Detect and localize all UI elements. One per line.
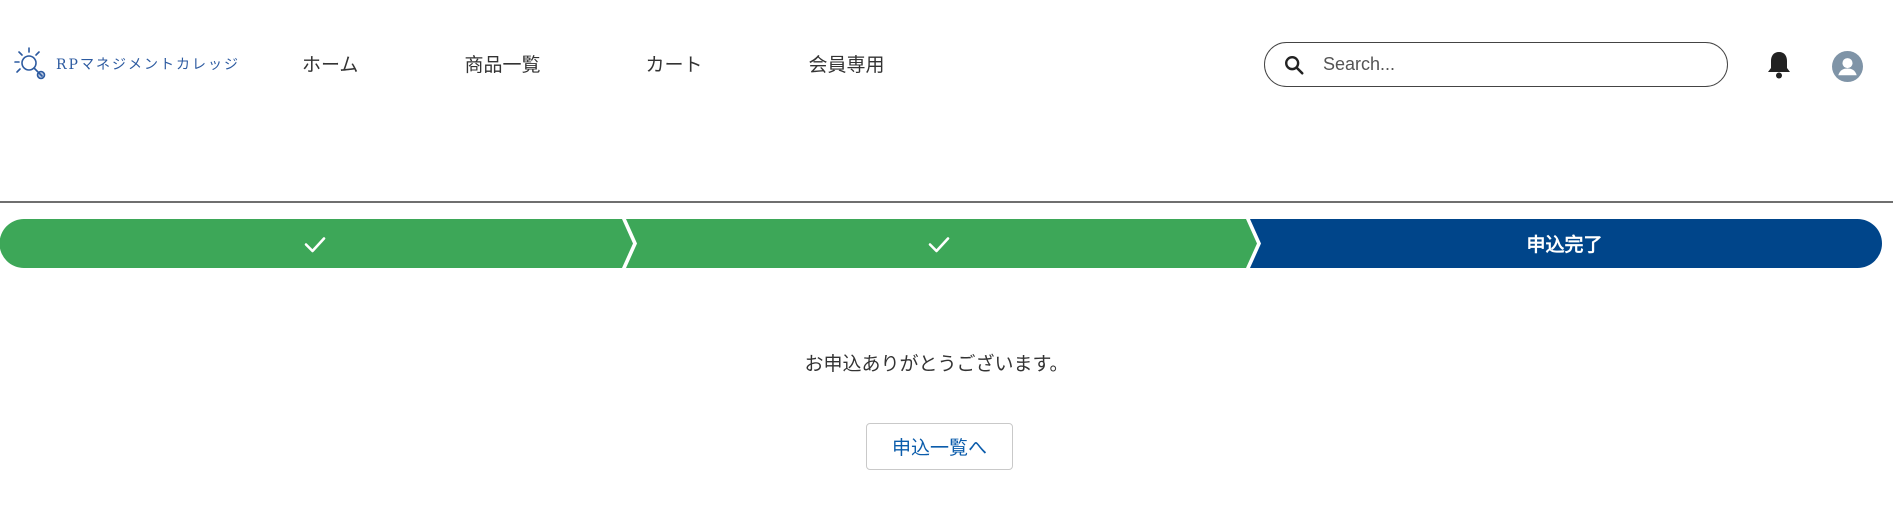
logo-text: RPマネジメントカレッジ — [56, 57, 240, 73]
logo-icon — [14, 47, 46, 80]
application-list-button[interactable]: 申込一覧へ — [866, 423, 1013, 470]
site-logo[interactable]: RPマネジメントカレッジ — [14, 46, 240, 82]
search-input[interactable] — [1321, 53, 1685, 76]
nav-item-cart[interactable]: カート — [645, 50, 702, 77]
check-icon — [304, 237, 326, 253]
nav-item-members[interactable]: 会員専用 — [808, 50, 884, 77]
search-box[interactable] — [1264, 42, 1728, 87]
nav-item-products[interactable]: 商品一覧 — [464, 50, 540, 77]
check-icon — [928, 237, 950, 253]
bell-icon[interactable] — [1766, 50, 1792, 80]
completion-message: お申込ありがとうございます。 — [804, 353, 1069, 375]
nav-item-home[interactable]: ホーム — [302, 50, 358, 77]
header-divider — [0, 201, 1893, 203]
progress-steps: 申込完了 — [0, 219, 1882, 268]
search-icon — [1285, 55, 1304, 75]
progress-step-3-label: 申込完了 — [1526, 234, 1603, 256]
site-header: RPマネジメントカレッジ ホーム 商品一覧 カート 会員専用 — [0, 0, 1893, 130]
main-nav: ホーム 商品一覧 カート 会員専用 — [302, 50, 990, 77]
user-avatar-icon[interactable] — [1832, 51, 1863, 82]
